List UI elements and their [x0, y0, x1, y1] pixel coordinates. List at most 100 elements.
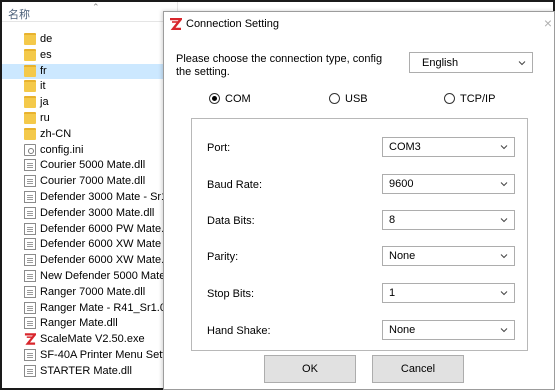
file-icon	[24, 348, 36, 361]
file-name: Defender 6000 XW Mate - S	[40, 238, 177, 251]
folder-icon	[24, 111, 36, 124]
file-name: Ranger Mate.dll	[40, 317, 118, 330]
file-row[interactable]: Ranger Mate - R41_Sr1.02.dl	[2, 301, 177, 317]
parity-label: Parity:	[207, 251, 239, 263]
cancel-button[interactable]: Cancel	[372, 355, 464, 383]
folder-icon	[24, 80, 36, 93]
cancel-button-label: Cancel	[400, 363, 436, 375]
connection-setting-dialog: Connection Setting × Please choose the c…	[163, 11, 555, 390]
radio-tcpip-dot[interactable]	[444, 93, 455, 104]
file-row[interactable]: Courier 5000 Mate.dll	[2, 158, 177, 174]
file-name: de	[40, 33, 53, 45]
data-bits-select[interactable]: 8	[382, 210, 515, 230]
file-name: New Defender 5000 Mate.dl	[40, 269, 177, 282]
file-row[interactable]: ScaleMate V2.50.exe	[2, 332, 177, 348]
file-name: Courier 5000 Mate.dll	[40, 159, 146, 172]
file-row[interactable]: Ranger Mate.dll	[2, 316, 177, 332]
file-name: ja	[40, 96, 49, 109]
folder-icon	[24, 48, 36, 61]
language-select[interactable]: English	[409, 52, 533, 73]
radio-tcpip-label: TCP/IP	[460, 93, 496, 105]
file-row[interactable]: fr	[2, 63, 177, 80]
parity-select[interactable]: None	[382, 246, 515, 266]
file-row[interactable]: STARTER Mate.dll	[2, 364, 177, 380]
file-icon	[24, 254, 36, 267]
file-icon	[24, 206, 36, 219]
data-bits-value: 8	[389, 214, 396, 226]
stop-bits-value: 1	[389, 287, 396, 299]
baud-rate-value: 9600	[389, 178, 414, 190]
file-row[interactable]: Defender 6000 XW Mate.dll	[2, 253, 177, 269]
file-row[interactable]: config.ini	[2, 143, 177, 159]
file-name: Defender 6000 XW Mate.dll	[40, 254, 176, 267]
folder-icon	[24, 96, 36, 109]
folder-icon	[24, 64, 36, 77]
parity-value: None	[389, 250, 416, 262]
chevron-down-icon	[500, 291, 508, 296]
file-name: fr	[40, 64, 47, 77]
port-select[interactable]: COM3	[382, 137, 515, 157]
baud-rate-label: Baud Rate:	[207, 179, 263, 191]
file-name: STARTER Mate.dll	[40, 364, 132, 377]
chevron-down-icon	[518, 61, 526, 66]
file-list: de es fr it ja ru zh-CN config.ini Courier 5000 …	[2, 32, 177, 380]
scalemate-app-icon	[170, 18, 182, 30]
connection-params-group: Port: COM3 Baud Rate: 9600 Data Bits: 8 …	[191, 118, 528, 351]
ok-button[interactable]: OK	[264, 355, 356, 383]
file-row[interactable]: ja	[2, 95, 177, 111]
file-row[interactable]: es	[2, 48, 177, 64]
file-row[interactable]: Courier 7000 Mate.dll	[2, 174, 177, 190]
port-label: Port:	[207, 142, 231, 154]
port-value: COM3	[389, 141, 421, 153]
chevron-down-icon	[500, 254, 508, 259]
file-row[interactable]: it	[2, 79, 177, 95]
file-explorer: 名称 ⌃ de es fr it ja ru zh-CN config.ini Courier …	[2, 2, 178, 388]
radio-com-dot[interactable]	[209, 93, 220, 104]
file-icon	[24, 364, 36, 377]
file-row[interactable]: zh-CN	[2, 127, 177, 143]
folder-icon	[24, 127, 36, 140]
file-name: Courier 7000 Mate.dll	[40, 175, 146, 188]
baud-rate-select[interactable]: 9600	[382, 174, 515, 194]
file-row[interactable]: SF-40A Printer Menu Setting.	[2, 348, 177, 364]
file-icon	[24, 301, 36, 314]
dialog-title: Connection Setting	[186, 18, 279, 30]
stop-bits-select[interactable]: 1	[382, 283, 515, 303]
intro-text: Please choose the connection type, confi…	[176, 53, 383, 78]
file-icon	[24, 269, 36, 282]
file-row[interactable]: Defender 3000 Mate.dll	[2, 206, 177, 222]
file-row[interactable]: Defender 3000 Mate - Sr1.03	[2, 190, 177, 206]
file-row[interactable]: de	[2, 32, 177, 48]
dialog-titlebar[interactable]: Connection Setting ×	[164, 12, 554, 36]
file-icon	[24, 285, 36, 298]
language-value: English	[422, 57, 459, 69]
radio-usb-dot[interactable]	[329, 93, 340, 104]
scalemate-app-icon	[24, 333, 36, 345]
hand-shake-select[interactable]: None	[382, 320, 515, 340]
file-icon	[24, 175, 36, 188]
file-row[interactable]: Defender 6000 XW Mate - S	[2, 237, 177, 253]
radio-usb-label: USB	[345, 93, 368, 105]
radio-com-label: COM	[225, 93, 251, 105]
file-name: zh-CN	[40, 127, 72, 140]
close-icon[interactable]: ×	[544, 15, 552, 31]
file-icon	[24, 317, 36, 330]
file-row[interactable]: Defender 6000 PW Mate.dll	[2, 222, 177, 238]
file-row[interactable]: Ranger 7000 Mate.dll	[2, 285, 177, 301]
file-row[interactable]: New Defender 5000 Mate.dl	[2, 269, 177, 285]
stop-bits-label: Stop Bits:	[207, 288, 255, 300]
file-name: Defender 6000 PW Mate.dll	[40, 222, 176, 235]
file-icon	[24, 190, 36, 203]
hand-shake-label: Hand Shake:	[207, 325, 271, 337]
file-name: SF-40A Printer Menu Setting.	[40, 348, 177, 361]
column-header-name[interactable]: 名称 ⌃	[2, 2, 177, 22]
file-icon	[24, 222, 36, 235]
chevron-down-icon	[500, 145, 508, 150]
data-bits-label: Data Bits:	[207, 215, 255, 227]
file-name: config.ini	[40, 143, 84, 156]
file-name: Defender 3000 Mate - Sr1.03	[40, 190, 177, 203]
folder-icon	[24, 33, 36, 45]
file-icon	[24, 238, 36, 251]
file-row[interactable]: ru	[2, 111, 177, 127]
chevron-down-icon	[500, 218, 508, 223]
